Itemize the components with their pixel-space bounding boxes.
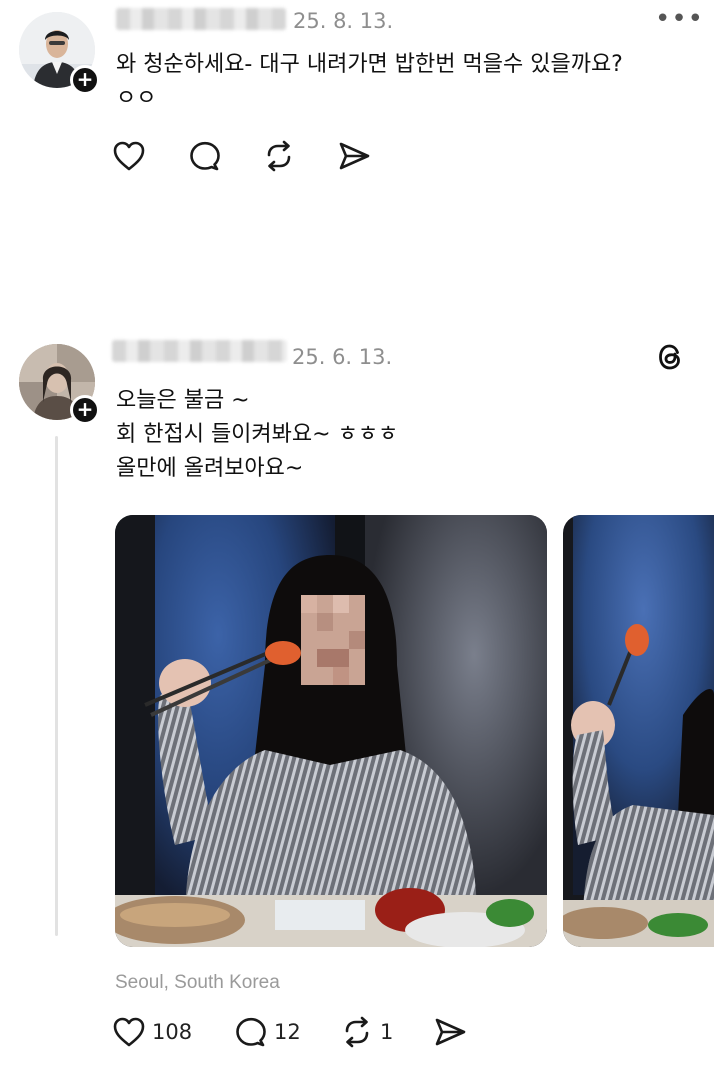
post-location[interactable]: Seoul, South Korea (115, 972, 280, 994)
share-icon (433, 1016, 467, 1048)
heart-icon (112, 1016, 146, 1048)
reply-button[interactable]: 12 (234, 1016, 301, 1048)
post-line: 오늘은 불금 ~ (116, 388, 250, 413)
username-blurred[interactable] (112, 340, 287, 362)
comment-icon (188, 140, 222, 172)
heart-icon (112, 140, 146, 172)
comment-icon (234, 1016, 268, 1048)
post-line: 올만에 올려보아요~ (116, 456, 304, 481)
repost-icon (340, 1016, 374, 1048)
repost-button[interactable]: 1 (340, 1016, 393, 1048)
share-button[interactable] (337, 140, 371, 172)
more-icon[interactable]: ••• (655, 4, 704, 34)
post-body: 와 청순하세요- 대구 내려가면 밥한번 먹을수 있을까요? ㅇㅇ (116, 48, 623, 116)
repost-button[interactable] (262, 140, 296, 172)
follow-plus-badge[interactable]: + (70, 65, 100, 95)
post-date: 25. 8. 13. (293, 9, 394, 33)
repost-icon (262, 140, 296, 172)
like-button[interactable] (112, 140, 146, 172)
like-count: 108 (152, 1020, 193, 1044)
share-icon (337, 140, 371, 172)
follow-plus-badge[interactable]: + (70, 395, 100, 425)
reply-count: 12 (274, 1020, 301, 1044)
username-blurred[interactable] (116, 8, 286, 30)
post-date: 25. 6. 13. (292, 345, 393, 369)
threads-feed: + 25. 8. 13. ••• 와 청순하세요- 대구 내려가면 밥한번 먹을… (0, 0, 714, 1077)
share-button[interactable] (433, 1016, 467, 1048)
thread-line (55, 436, 58, 936)
post-line: ㅇㅇ (116, 86, 157, 111)
post-line: 와 청순하세요- 대구 내려가면 밥한번 먹을수 있을까요? (116, 52, 623, 77)
repost-count: 1 (380, 1020, 394, 1044)
threads-logo-icon[interactable] (656, 342, 684, 376)
post-photo[interactable] (115, 515, 547, 947)
post-line: 회 한접시 들이켜봐요~ ㅎㅎㅎ (116, 422, 399, 447)
reply-button[interactable] (188, 140, 222, 172)
post-photo[interactable] (563, 515, 714, 947)
like-button[interactable]: 108 (112, 1016, 192, 1048)
post-body: 오늘은 불금 ~ 회 한접시 들이켜봐요~ ㅎㅎㅎ 올만에 올려보아요~ (116, 384, 398, 486)
